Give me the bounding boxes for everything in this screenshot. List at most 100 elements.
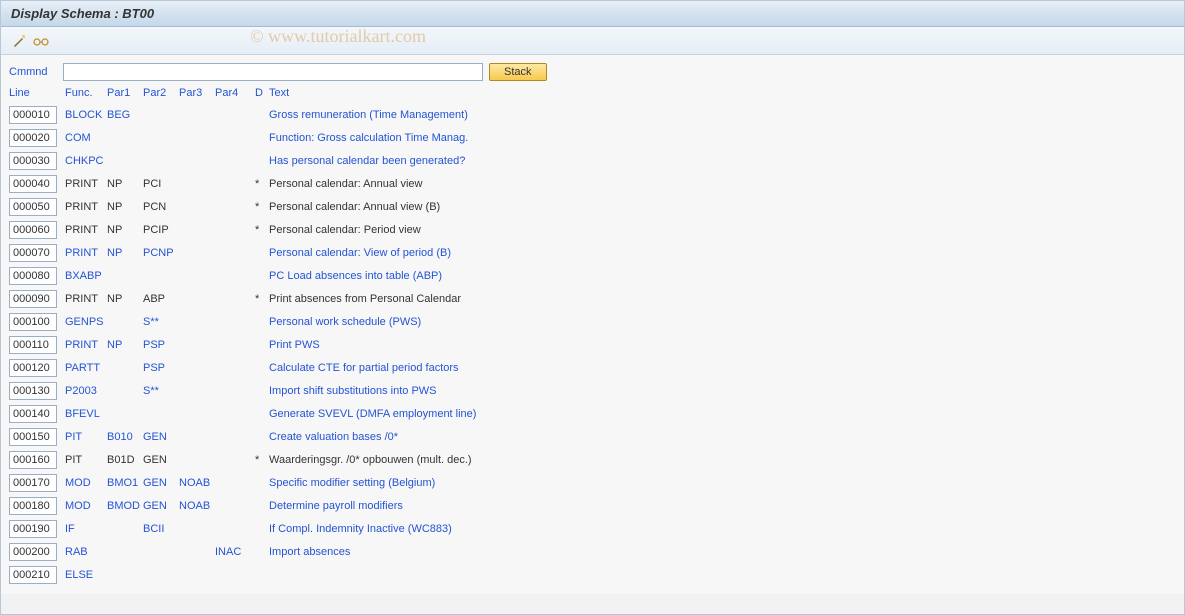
- cell-par1: NP: [107, 293, 122, 305]
- cell-par3[interactable]: NOAB: [179, 477, 210, 489]
- line-input[interactable]: [9, 129, 57, 147]
- header-par3: Par3: [179, 87, 215, 99]
- table-row: BLOCK BEG Gross remuneration (Time Managem…: [9, 103, 1176, 126]
- cell-par2[interactable]: S**: [143, 316, 159, 328]
- cell-func[interactable]: BLOCK: [65, 109, 102, 121]
- cell-text[interactable]: Has personal calendar been generated?: [269, 155, 465, 167]
- table-header: Line Func. Par1 Par2 Par3 Par4 D Text: [9, 85, 1176, 103]
- cell-text[interactable]: Function: Gross calculation Time Manag.: [269, 132, 468, 144]
- command-input[interactable]: [63, 63, 483, 81]
- line-input[interactable]: [9, 497, 57, 515]
- cell-par2: PCIP: [143, 224, 169, 236]
- line-input[interactable]: [9, 290, 57, 308]
- cell-par2: PCN: [143, 201, 166, 213]
- cell-func[interactable]: MOD: [65, 500, 91, 512]
- cell-par1: NP: [107, 224, 122, 236]
- cell-text[interactable]: Calculate CTE for partial period factors: [269, 362, 459, 374]
- cell-text[interactable]: Specific modifier setting (Belgium): [269, 477, 435, 489]
- cell-func[interactable]: CHKPC: [65, 155, 104, 167]
- line-input[interactable]: [9, 106, 57, 124]
- table-row: RAB INAC Import absences: [9, 540, 1176, 563]
- cell-par2[interactable]: PSP: [143, 362, 165, 374]
- command-label: Cmmnd: [9, 66, 57, 78]
- line-input[interactable]: [9, 520, 57, 538]
- line-input[interactable]: [9, 313, 57, 331]
- cell-func[interactable]: PIT: [65, 431, 82, 443]
- cell-d: *: [255, 178, 269, 190]
- cell-par1[interactable]: NP: [107, 339, 122, 351]
- line-input[interactable]: [9, 405, 57, 423]
- cell-text[interactable]: Gross remuneration (Time Management): [269, 109, 468, 121]
- glasses-icon[interactable]: [33, 33, 49, 49]
- header-par2: Par2: [143, 87, 179, 99]
- cell-func[interactable]: ELSE: [65, 569, 93, 581]
- table-row: GENPS S** Personal work schedule (PWS): [9, 310, 1176, 333]
- table-row: BXABP PC Load absences into table (ABP): [9, 264, 1176, 287]
- cell-func[interactable]: IF: [65, 523, 75, 535]
- cell-text[interactable]: Import absences: [269, 546, 350, 558]
- cell-func: PRINT: [65, 293, 98, 305]
- cell-func[interactable]: PARTT: [65, 362, 100, 374]
- cell-func[interactable]: BFEVL: [65, 408, 100, 420]
- table-row: PITB01DGEN*Waarderingsgr. /0* opbouwen (…: [9, 448, 1176, 471]
- line-input[interactable]: [9, 221, 57, 239]
- cell-func[interactable]: MOD: [65, 477, 91, 489]
- header-line: Line: [9, 87, 65, 99]
- wand-icon[interactable]: [11, 33, 27, 49]
- cell-par2[interactable]: PCNP: [143, 247, 174, 259]
- cell-par2[interactable]: GEN: [143, 431, 167, 443]
- cell-par1[interactable]: BEG: [107, 109, 130, 121]
- cell-par2[interactable]: BCII: [143, 523, 164, 535]
- line-input[interactable]: [9, 267, 57, 285]
- cell-func[interactable]: RAB: [65, 546, 88, 558]
- line-input[interactable]: [9, 428, 57, 446]
- cell-par1[interactable]: BMOD: [107, 500, 140, 512]
- cell-par1[interactable]: B010: [107, 431, 133, 443]
- line-input[interactable]: [9, 336, 57, 354]
- line-input[interactable]: [9, 175, 57, 193]
- table-row: PIT B010 GEN Create valuation bases /0*: [9, 425, 1176, 448]
- cell-text[interactable]: Import shift substitutions into PWS: [269, 385, 437, 397]
- cell-func[interactable]: PRINT: [65, 247, 98, 259]
- cell-text[interactable]: Print PWS: [269, 339, 320, 351]
- line-input[interactable]: [9, 198, 57, 216]
- title-text: Display Schema : BT00: [11, 6, 154, 21]
- line-input[interactable]: [9, 451, 57, 469]
- cell-text[interactable]: Personal calendar: View of period (B): [269, 247, 451, 259]
- stack-button[interactable]: Stack: [489, 63, 547, 81]
- cell-par4[interactable]: INAC: [215, 546, 241, 558]
- cell-func[interactable]: GENPS: [65, 316, 104, 328]
- cell-d: *: [255, 454, 269, 466]
- cell-par2[interactable]: GEN: [143, 477, 167, 489]
- cell-func[interactable]: PRINT: [65, 339, 98, 351]
- cell-func[interactable]: P2003: [65, 385, 97, 397]
- table-row: PRINTNPPCI*Personal calendar: Annual vie…: [9, 172, 1176, 195]
- cell-par3[interactable]: NOAB: [179, 500, 210, 512]
- cell-text[interactable]: Generate SVEVL (DMFA employment line): [269, 408, 476, 420]
- cell-par2: ABP: [143, 293, 165, 305]
- line-input[interactable]: [9, 566, 57, 584]
- cell-text[interactable]: Determine payroll modifiers: [269, 500, 403, 512]
- cell-par1[interactable]: BMO1: [107, 477, 138, 489]
- line-input[interactable]: [9, 244, 57, 262]
- cell-par2: PCI: [143, 178, 161, 190]
- cell-par2[interactable]: S**: [143, 385, 159, 397]
- cell-text[interactable]: Personal work schedule (PWS): [269, 316, 421, 328]
- toolbar: [1, 27, 1184, 55]
- cell-text[interactable]: PC Load absences into table (ABP): [269, 270, 442, 282]
- cell-par1[interactable]: NP: [107, 247, 122, 259]
- cell-text[interactable]: Create valuation bases /0*: [269, 431, 398, 443]
- line-input[interactable]: [9, 152, 57, 170]
- table-row: PRINTNPABP*Print absences from Personal …: [9, 287, 1176, 310]
- cell-par1: NP: [107, 201, 122, 213]
- cell-par2[interactable]: GEN: [143, 500, 167, 512]
- line-input[interactable]: [9, 474, 57, 492]
- cell-par2[interactable]: PSP: [143, 339, 165, 351]
- cell-func[interactable]: COM: [65, 132, 91, 144]
- cell-text[interactable]: If Compl. Indemnity Inactive (WC883): [269, 523, 452, 535]
- cell-func[interactable]: BXABP: [65, 270, 102, 282]
- line-input[interactable]: [9, 382, 57, 400]
- table-row: MOD BMODGEN NOAB Determine payroll modifier…: [9, 494, 1176, 517]
- line-input[interactable]: [9, 543, 57, 561]
- line-input[interactable]: [9, 359, 57, 377]
